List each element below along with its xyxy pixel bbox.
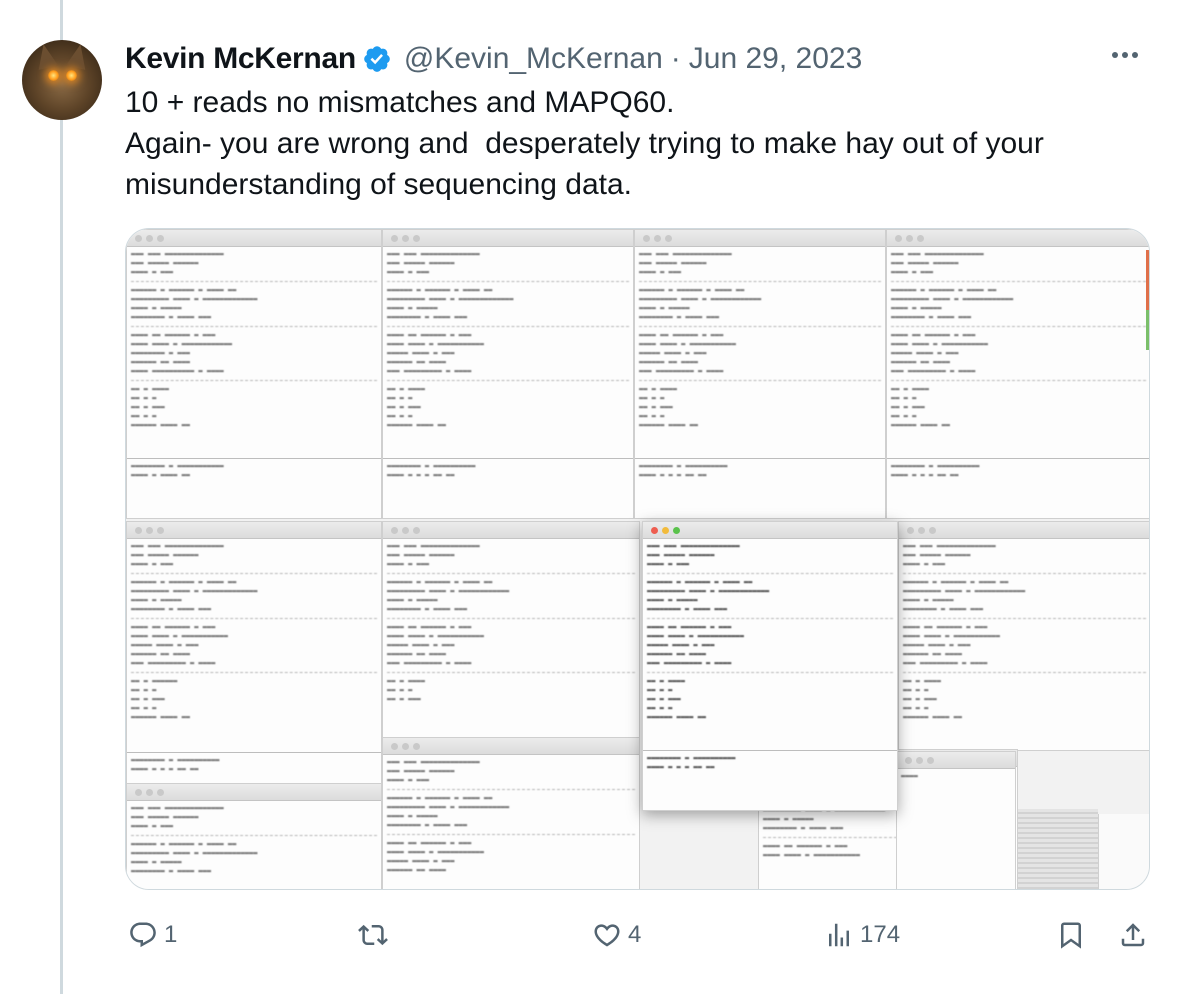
igv-read-popup-window: ▬▬▬ ▬▬▬ ▬▬▬▬▬▬▬▬▬▬▬▬▬▬ ▬▬▬ ▬▬▬▬▬ ▬▬▬▬▬▬ … (898, 521, 1149, 751)
reply-icon (130, 922, 156, 948)
igv-read-popup-window: ▬▬▬ ▬▬▬ ▬▬▬▬▬▬▬▬▬▬▬▬▬▬ ▬▬▬ ▬▬▬▬▬ ▬▬▬▬▬▬ … (634, 229, 886, 519)
avatar-eye (66, 70, 77, 81)
avatar-ear (33, 42, 59, 70)
igv-read-popup-window: ▬▬▬ ▬▬▬ ▬▬▬▬▬▬▬▬▬▬▬▬▬▬ ▬▬▬ ▬▬▬▬▬ ▬▬▬▬▬▬ … (126, 229, 382, 519)
more-dot (1132, 52, 1138, 58)
more-dot (1112, 52, 1118, 58)
avatar-ear (65, 42, 91, 70)
views-icon (829, 923, 849, 947)
tweet-text-line: misunderstanding of sequencing data. (125, 168, 633, 201)
more-icon[interactable] (1112, 52, 1138, 58)
bookmark-button[interactable] (1056, 920, 1086, 950)
share-icon (1121, 923, 1145, 947)
attached-image[interactable]: ▬▬▬ ▬▬▬ ▬▬▬▬▬▬▬▬▬▬▬▬▬▬ ▬▬▬ ▬▬▬▬▬ ▬▬▬▬▬▬ … (125, 228, 1150, 890)
separator-dot: · (670, 42, 681, 75)
views-button[interactable]: 174 (824, 920, 900, 950)
reply-button[interactable]: 1 (128, 920, 177, 950)
verified-badge-icon[interactable] (362, 44, 392, 74)
background-panel (1018, 809, 1098, 889)
igv-read-popup-window: ▬▬▬ ▬▬▬ ▬▬▬▬▬▬▬▬▬▬▬▬▬▬ ▬▬▬ ▬▬▬▬▬ ▬▬▬▬▬▬ … (126, 521, 382, 791)
thread-line (60, 0, 63, 994)
repost-icon (358, 924, 388, 946)
repost-button[interactable] (358, 920, 394, 950)
igv-read-popup-window: ▬▬▬ ▬▬▬ ▬▬▬▬▬▬▬▬▬▬▬▬▬▬ ▬▬▬ ▬▬▬▬▬ ▬▬▬▬▬▬ … (382, 521, 640, 743)
igv-read-popup-window: ▬▬▬ ▬▬▬ ▬▬▬▬▬▬▬▬▬▬▬▬▬▬ ▬▬▬ ▬▬▬▬▬ ▬▬▬▬▬▬ … (886, 229, 1149, 519)
share-button[interactable] (1118, 920, 1148, 950)
avatar-eye (48, 70, 59, 81)
igv-read-popup-window: ▬▬▬ ▬▬▬ ▬▬▬▬▬▬▬▬▬▬▬▬▬▬ ▬▬▬ ▬▬▬▬▬ ▬▬▬▬▬▬ … (382, 737, 640, 889)
bookmark-icon (1061, 922, 1081, 949)
igv-read-popup-window-active: ▬▬▬ ▬▬▬ ▬▬▬▬▬▬▬▬▬▬▬▬▬▬ ▬▬▬ ▬▬▬▬▬ ▬▬▬▬▬▬ … (642, 521, 898, 811)
background-panel (1098, 814, 1149, 889)
tweet-text-line: Again- you are wrong and desperately try… (125, 127, 1044, 160)
author-handle[interactable]: @Kevin_McKernan (404, 42, 663, 76)
igv-read-popup-window: ▬▬▬▬ (896, 751, 1016, 889)
like-button[interactable]: 4 (592, 920, 641, 950)
author-name[interactable]: Kevin McKernan (125, 42, 356, 76)
tweet-text: 10 + reads no mismatches and MAPQ60. Aga… (125, 82, 1145, 205)
edge-stripe (1146, 250, 1149, 310)
igv-read-popup-window: ▬▬▬ ▬▬▬ ▬▬▬▬▬▬▬▬▬▬▬▬▬▬ ▬▬▬ ▬▬▬▬▬ ▬▬▬▬▬▬ … (126, 783, 382, 889)
like-icon (594, 924, 620, 947)
tweet-header: Kevin McKernan @Kevin_McKernan · Jun 29,… (125, 40, 862, 78)
avatar[interactable] (22, 40, 102, 120)
like-count: 4 (628, 921, 642, 948)
tweet-actions: 1 4 174 (0, 914, 1180, 958)
views-count: 174 (860, 921, 901, 948)
igv-read-popup-window: ▬▬▬ ▬▬▬ ▬▬▬▬▬▬▬▬▬▬▬▬▬▬ ▬▬▬ ▬▬▬▬▬ ▬▬▬▬▬▬ … (382, 229, 634, 519)
tweet-date[interactable]: Jun 29, 2023 (689, 42, 862, 76)
more-dot (1122, 52, 1128, 58)
edge-stripe (1146, 310, 1149, 350)
reply-count: 1 (164, 921, 178, 948)
tweet-text-line: 10 + reads no mismatches and MAPQ60. (125, 86, 675, 119)
